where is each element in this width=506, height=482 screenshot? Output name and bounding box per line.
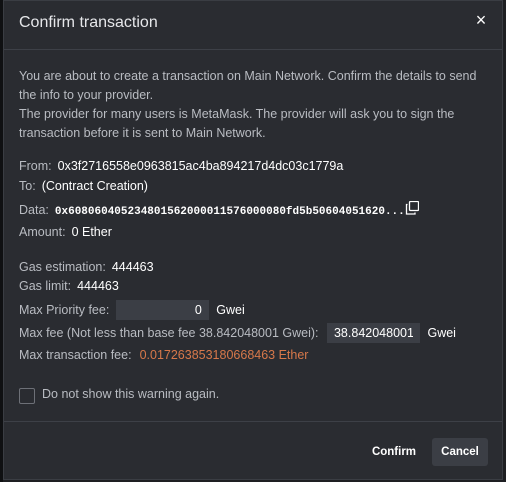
gas-estimation-label: Gas estimation:	[19, 260, 106, 274]
intro-line-provider: The provider for many users is MetaMask.…	[19, 107, 455, 140]
data-value: 0x608060405234801562000011576000080fd5b5…	[54, 206, 405, 218]
cancel-button[interactable]: Cancel	[432, 438, 488, 466]
max-transaction-fee-value: 0.017263853180668463 Ether	[139, 348, 309, 362]
confirm-button[interactable]: Confirm	[362, 438, 426, 466]
max-transaction-fee-row: Max transaction fee: 0.017263853180668463…	[19, 348, 308, 362]
max-fee-row: Max fee (Not less than base fee 38.84204…	[19, 323, 456, 343]
max-priority-fee-label: Max Priority fee:	[19, 303, 110, 317]
amount-row: Amount: 0 Ether	[19, 225, 112, 239]
max-priority-fee-unit: Gwei	[216, 303, 245, 317]
confirm-transaction-dialog: Confirm transaction × You are about to c…	[3, 0, 503, 480]
close-icon[interactable]: ×	[471, 10, 491, 30]
max-transaction-fee-label: Max transaction fee:	[19, 348, 132, 362]
max-fee-input[interactable]	[326, 323, 420, 343]
max-fee-label: Max fee (Not less than base fee 38.84204…	[19, 326, 319, 340]
data-row: Data: 0x608060405234801562000011576000080…	[19, 203, 405, 218]
dialog-header: Confirm transaction ×	[4, 1, 502, 50]
intro-text: You are about to create a transaction on…	[19, 67, 479, 143]
amount-label: Amount:	[19, 225, 66, 239]
intro-line-network: You are about to create a transaction on…	[19, 69, 477, 102]
data-label: Data:	[19, 203, 49, 217]
gas-limit-row: Gas limit: 444463	[19, 279, 119, 293]
max-priority-fee-input[interactable]	[115, 300, 209, 320]
gas-limit-value: 444463	[77, 279, 119, 293]
dialog-title: Confirm transaction	[19, 14, 158, 31]
copy-icon[interactable]	[405, 201, 419, 215]
gas-limit-label: Gas limit:	[19, 279, 72, 293]
dont-show-warning-checkbox[interactable]	[19, 388, 35, 404]
amount-value: 0 Ether	[71, 225, 112, 239]
to-value: (Contract Creation)	[41, 179, 148, 193]
to-label: To:	[19, 179, 36, 193]
gas-estimation-row: Gas estimation: 444463	[19, 260, 154, 274]
from-address: 0x3f2716558e0963815ac4ba894217d4dc03c177…	[57, 159, 344, 173]
gas-estimation-value: 444463	[111, 260, 154, 274]
dialog-footer-divider	[4, 421, 502, 422]
max-fee-unit: Gwei	[427, 326, 456, 340]
from-label: From:	[19, 159, 52, 173]
to-row: To: (Contract Creation)	[19, 179, 148, 193]
max-priority-fee-row: Max Priority fee: Gwei	[19, 300, 245, 320]
dont-show-warning-label[interactable]: Do not show this warning again.	[42, 387, 219, 401]
from-row: From: 0x3f2716558e0963815ac4ba894217d4dc0…	[19, 159, 343, 173]
